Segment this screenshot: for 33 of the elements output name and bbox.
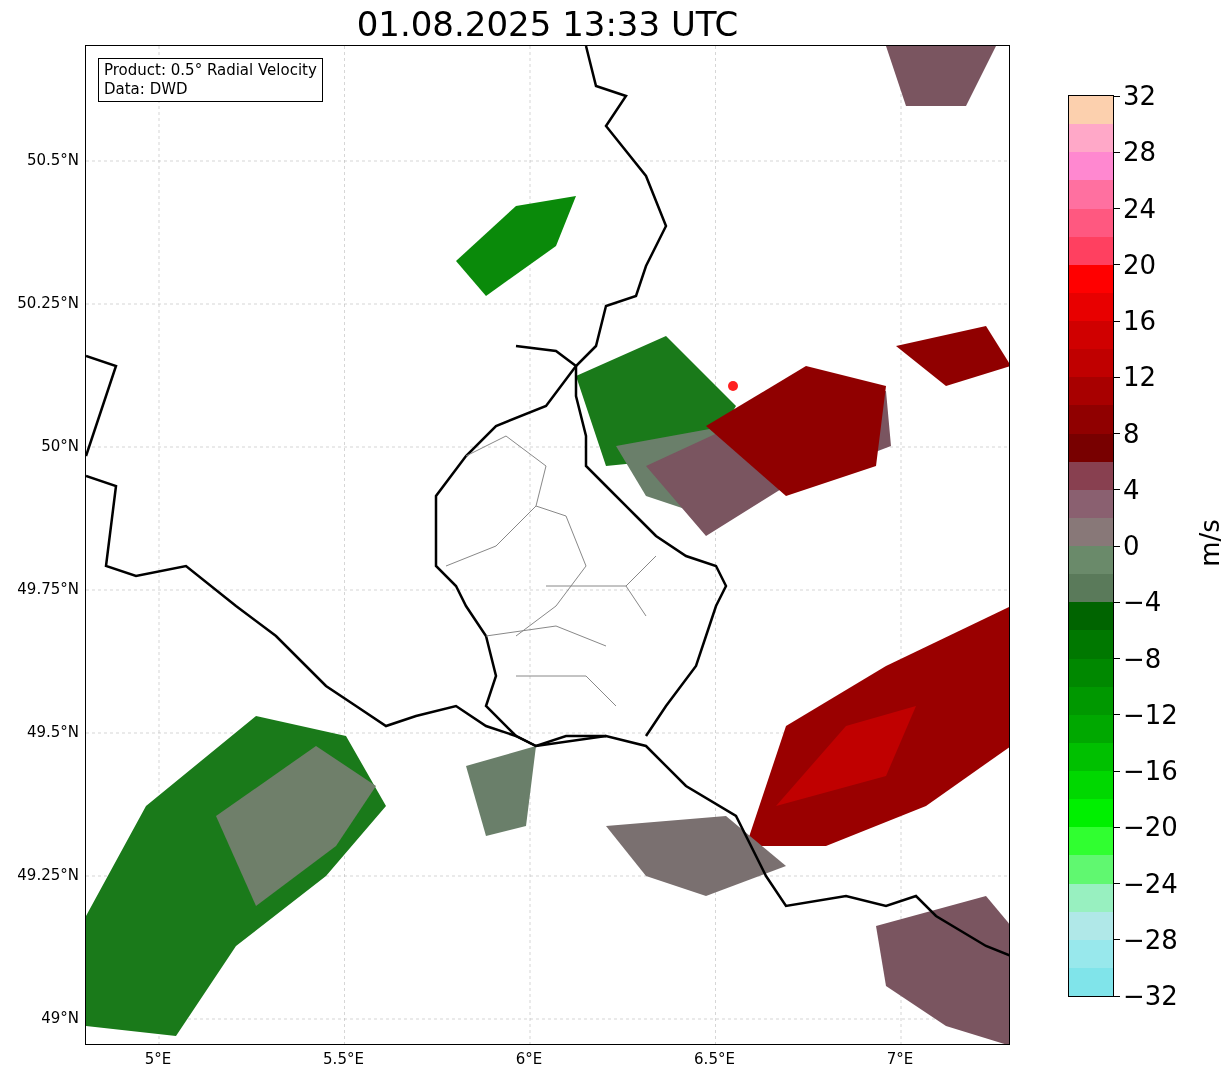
info-text: Data: DWD xyxy=(104,80,189,99)
info-text: Product: 0.5° Radial Velocity xyxy=(104,61,317,80)
longitude-label: 5.5°E xyxy=(322,1050,365,1068)
longitude-label: 5°E xyxy=(143,1050,173,1068)
colorbar-tick-label: −12 xyxy=(1123,699,1178,730)
colorbar-tick-label: −16 xyxy=(1123,756,1178,786)
colorbar-tick-label: −28 xyxy=(1123,924,1178,955)
colorbar-tick-label: 20 xyxy=(1123,249,1157,280)
colorbar-tick-label: 28 xyxy=(1123,137,1157,168)
colorbar-tick-label: 8 xyxy=(1123,418,1140,449)
colorbar-tick-label: 24 xyxy=(1123,193,1157,224)
longitude-label: 6.5°E xyxy=(693,1050,736,1068)
latitude-label: 50.25°N xyxy=(17,294,79,312)
colorbar-tick-label: −20 xyxy=(1123,812,1178,843)
colorbar-tick-label: 4 xyxy=(1123,474,1140,505)
colorbar-tick-label: −8 xyxy=(1123,643,1162,674)
latitude-label: 49.75°N xyxy=(17,580,79,598)
longitude-label: 7°E xyxy=(885,1050,915,1068)
colorbar-tick-label: 32 xyxy=(1123,81,1157,111)
latitude-label: 49.5°N xyxy=(26,723,79,741)
colorbar-tick-label: −24 xyxy=(1123,868,1178,899)
colorbar-tick-label: 16 xyxy=(1123,306,1157,336)
colorbar-tick-label: 12 xyxy=(1123,362,1157,393)
plot-title: 01.08.2025 13:33 UTC xyxy=(355,4,740,44)
colorbar-tick-label: −4 xyxy=(1123,587,1162,618)
longitude-label: 6°E xyxy=(514,1050,544,1068)
colorbar-tick-label: −32 xyxy=(1123,981,1178,1011)
latitude-label: 50.5°N xyxy=(26,151,79,169)
latitude-label: 49°N xyxy=(41,1009,79,1027)
colorbar-label: m/s xyxy=(1194,519,1225,567)
latitude-label: 50°N xyxy=(41,437,79,455)
colorbar-tick-label: 0 xyxy=(1123,531,1140,561)
latitude-label: 49.25°N xyxy=(17,866,79,884)
